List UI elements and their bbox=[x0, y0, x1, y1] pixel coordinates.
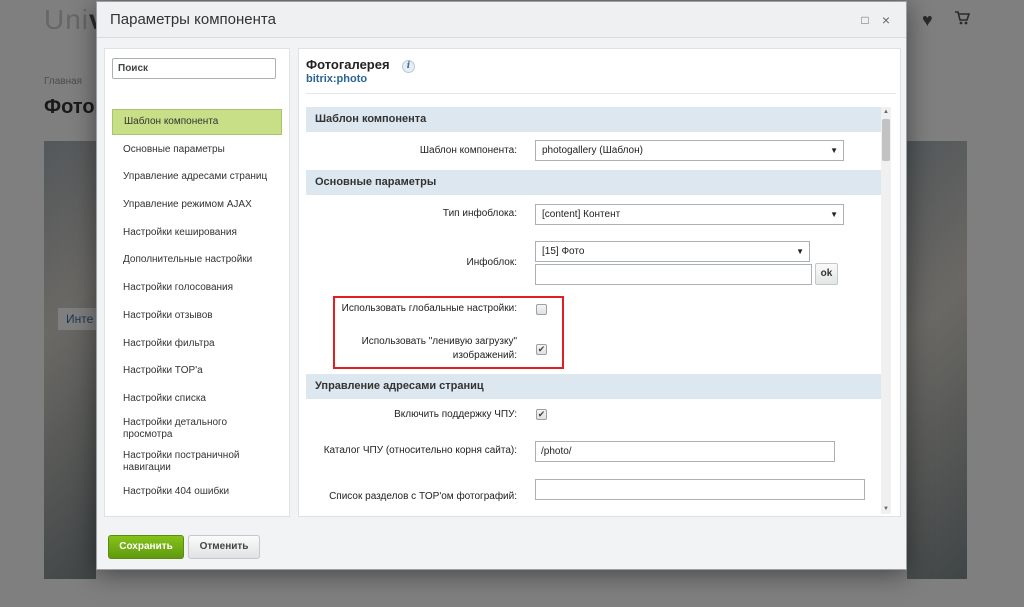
content-scrollbar[interactable]: ▲ ▼ bbox=[881, 107, 891, 514]
template-label: Шаблон компонента: bbox=[419, 145, 517, 156]
settings-nav-panel: Шаблон компонента Основные параметры Упр… bbox=[104, 48, 290, 517]
nav-item-additional[interactable]: Дополнительные настройки bbox=[112, 247, 282, 273]
scroll-thumb[interactable] bbox=[882, 119, 890, 161]
maximize-icon[interactable]: □ bbox=[859, 14, 871, 26]
nav-item-filter[interactable]: Настройки фильтра bbox=[112, 331, 282, 357]
nav-item-template[interactable]: Шаблон компонента bbox=[112, 109, 282, 135]
scroll-down-icon[interactable]: ▼ bbox=[881, 505, 891, 513]
divider bbox=[306, 93, 896, 94]
save-button[interactable]: Сохранить bbox=[108, 535, 184, 559]
nav-item-pagination[interactable]: Настройки постраничной навигации bbox=[112, 446, 282, 477]
section-urls: Управление адресами страниц bbox=[306, 374, 890, 399]
iblock-extra-input[interactable] bbox=[535, 264, 812, 285]
sef-folder-label: Каталог ЧПУ (относительно корня сайта): bbox=[323, 445, 517, 456]
sef-folder-input[interactable]: /photo/ bbox=[535, 441, 835, 462]
nav-item-voting[interactable]: Настройки голосования bbox=[112, 275, 282, 301]
nav-item-top[interactable]: Настройки TOP'а bbox=[112, 358, 282, 384]
nav-item-cache[interactable]: Настройки кеширования bbox=[112, 220, 282, 246]
info-icon[interactable]: i bbox=[402, 60, 415, 73]
cancel-button[interactable]: Отменить bbox=[188, 535, 260, 559]
section-basic: Основные параметры bbox=[306, 170, 890, 195]
component-code: bitrix:photo bbox=[306, 73, 368, 85]
chevron-down-icon: ▼ bbox=[830, 146, 838, 155]
component-name: Фотогалерея bbox=[306, 57, 390, 72]
top-sections-input[interactable] bbox=[535, 479, 865, 500]
ok-button[interactable]: ok bbox=[815, 263, 838, 285]
template-select[interactable]: photogallery (Шаблон) ▼ bbox=[535, 140, 844, 161]
settings-nav-list: Шаблон компонента Основные параметры Упр… bbox=[112, 109, 282, 507]
search-input[interactable] bbox=[112, 58, 276, 79]
sef-label: Включить поддержку ЧПУ: bbox=[394, 409, 517, 420]
nav-item-reviews[interactable]: Настройки отзывов bbox=[112, 303, 282, 329]
nav-item-ajax[interactable]: Управление режимом AJAX bbox=[112, 192, 282, 218]
iblock-select[interactable]: [15] Фото ▼ bbox=[535, 241, 810, 262]
iblock-label: Инфоблок: bbox=[466, 257, 517, 268]
component-settings-dialog: Параметры компонента □ × Шаблон компонен… bbox=[96, 1, 907, 570]
close-icon[interactable]: × bbox=[880, 13, 892, 27]
nav-item-404[interactable]: Настройки 404 ошибки bbox=[112, 479, 282, 505]
sef-checkbox[interactable]: ✔ bbox=[536, 409, 547, 420]
nav-item-detail[interactable]: Настройки детального просмотра bbox=[112, 414, 282, 445]
dialog-title: Параметры компонента bbox=[110, 11, 276, 28]
chevron-down-icon: ▼ bbox=[830, 210, 838, 219]
highlight-box bbox=[333, 296, 564, 369]
settings-content-panel: Фотогалерея i bitrix:photo Шаблон компон… bbox=[298, 48, 901, 517]
scroll-up-icon[interactable]: ▲ bbox=[881, 108, 891, 116]
chevron-down-icon: ▼ bbox=[796, 247, 804, 256]
top-sections-label: Список разделов с TOP'ом фотографий: bbox=[329, 491, 517, 502]
nav-item-sef[interactable]: Управление адресами страниц bbox=[112, 164, 282, 190]
iblock-type-select[interactable]: [content] Контент ▼ bbox=[535, 204, 844, 225]
nav-item-basic[interactable]: Основные параметры bbox=[112, 137, 282, 163]
section-template: Шаблон компонента bbox=[306, 107, 890, 132]
dialog-header[interactable]: Параметры компонента □ × bbox=[97, 2, 906, 38]
nav-item-list[interactable]: Настройки списка bbox=[112, 386, 282, 412]
iblock-type-label: Тип инфоблока: bbox=[442, 208, 517, 219]
